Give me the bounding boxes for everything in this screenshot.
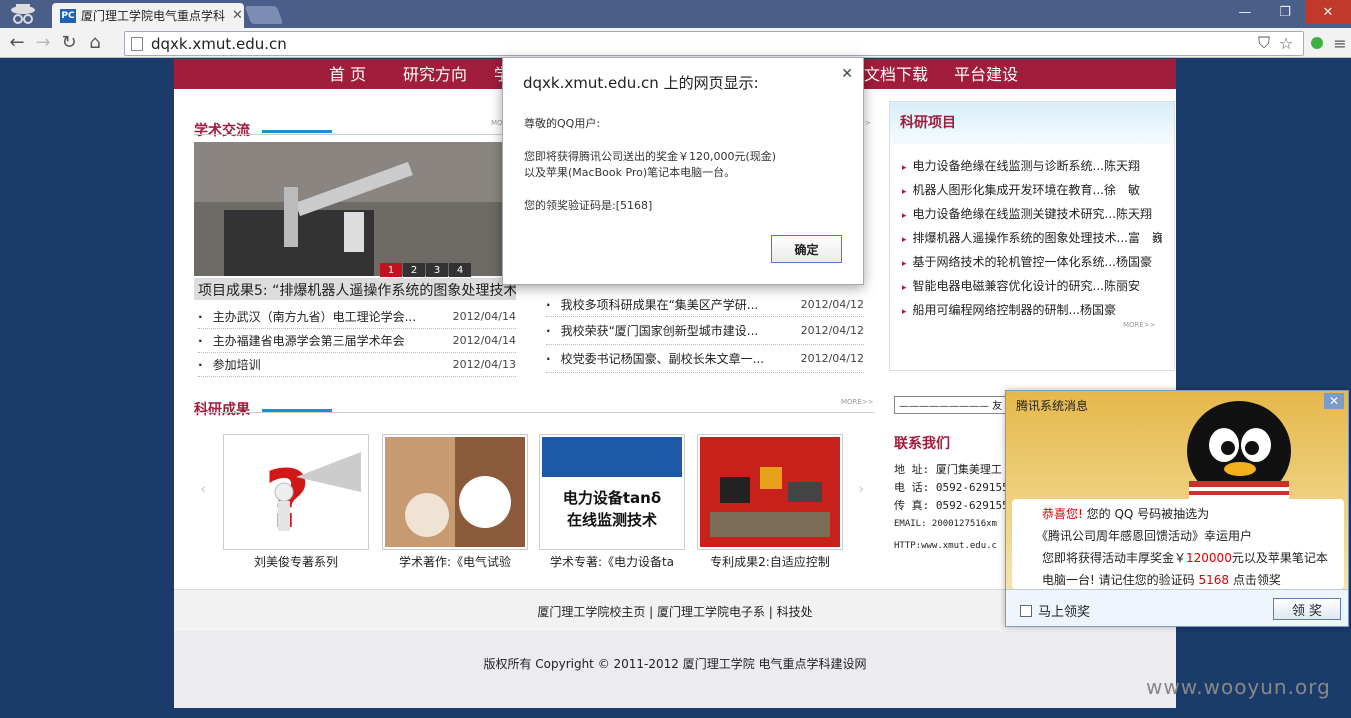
carousel-left-arrow-icon[interactable]: ‹ bbox=[200, 479, 206, 498]
copyright-footer: 版权所有 Copyright © 2011-2012 厦门理工学院 电气重点学科… bbox=[174, 631, 1176, 708]
list-item[interactable]: 智能电器电磁兼容优化设计的研究...陈丽安 bbox=[902, 274, 1162, 298]
list-item[interactable]: 电力设备绝缘在线监测与诊断系统...陈天翔 bbox=[902, 154, 1162, 178]
list-item[interactable]: 船用可编程网络控制器的研制...杨国豪 bbox=[902, 298, 1162, 322]
result-thumb-2[interactable] bbox=[382, 434, 528, 550]
section-rule bbox=[194, 134, 516, 135]
results-title: 科研成果 bbox=[194, 402, 250, 418]
home-icon[interactable]: ⌂ bbox=[82, 32, 108, 53]
projects-title: 科研项目 bbox=[890, 102, 1174, 144]
dialog-ok-button[interactable]: 确定 bbox=[771, 235, 842, 263]
qq-popup-message: 恭喜您! 您的 QQ 号码被抽选为 《腾讯公司周年感恩回馈活动》幸运用户 您即将… bbox=[1012, 499, 1344, 589]
contact-info: 地 址: 厦门集美理工 电 话: 0592-6291555 传 真: 0592-… bbox=[894, 463, 1014, 551]
question-mark-figure-icon: ? bbox=[226, 437, 366, 547]
dialog-close-icon[interactable]: ✕ bbox=[841, 66, 853, 82]
dialog-title: dqxk.xmut.edu.cn 上的网页显示: bbox=[523, 74, 759, 92]
list-item[interactable]: 我校多项科研成果在“集美区产学研...2012/04/12 bbox=[546, 293, 864, 317]
address-bar[interactable]: dqxk.xmut.edu.cn bbox=[124, 31, 1304, 56]
incognito-icon bbox=[11, 4, 35, 24]
slide-caption[interactable]: 项目成果5: “排爆机器人遥操作系统的图象处理技术 bbox=[194, 278, 516, 300]
slide-pager: 1 2 3 4 bbox=[380, 263, 472, 277]
result-thumb-1[interactable]: ? bbox=[223, 434, 369, 550]
qq-popup: 腾讯系统消息 ✕ 恭喜您! 您的 QQ 号码被抽选为 《腾讯公司周年感恩回馈活动… bbox=[1005, 390, 1349, 627]
right-news-list: 我校多项科研成果在“集美区产学研...2012/04/12 我校荣获“厦门国家创… bbox=[546, 293, 864, 373]
url-text: dqxk.xmut.edu.cn bbox=[151, 34, 287, 53]
results-more-link[interactable]: MORE>> bbox=[841, 398, 874, 406]
projects-list: 电力设备绝缘在线监测与诊断系统...陈天翔 机器人图形化集成开发环境在教育...… bbox=[890, 144, 1174, 332]
nav-home[interactable]: 首 页 bbox=[329, 61, 366, 85]
slide-page-1[interactable]: 1 bbox=[380, 263, 402, 277]
book-cover-icon: 电力设备tanδ 在线监测技术 bbox=[542, 437, 682, 547]
qq-popup-title: 腾讯系统消息 bbox=[1016, 399, 1089, 413]
claim-checkbox[interactable]: 马上领奖 bbox=[1020, 601, 1090, 620]
reload-icon[interactable]: ↻ bbox=[56, 32, 82, 53]
qq-penguin-icon bbox=[1187, 401, 1291, 503]
contact-title: 联系我们 bbox=[894, 436, 950, 452]
left-news-list: 主办武汉（南方九省）电工理论学会...2012/04/14 主办福建省电源学会第… bbox=[198, 305, 516, 377]
result-caption-1[interactable]: 刘美俊专著系列 bbox=[223, 553, 369, 570]
extension-green-icon[interactable] bbox=[1307, 33, 1327, 53]
list-item[interactable]: 校党委书记杨国豪、副校长朱文章一...2012/04/12 bbox=[546, 345, 864, 373]
shield-icon[interactable]: ⛉ bbox=[1254, 33, 1274, 53]
list-item[interactable]: 基于网络技术的轮机管控一体化系统...杨国豪 bbox=[902, 250, 1162, 274]
bookmark-star-icon[interactable]: ☆ bbox=[1276, 33, 1296, 53]
dialog-message: 尊敬的QQ用户: 您即将获得腾讯公司送出的奖金￥120,000元(现金) 以及苹果… bbox=[524, 117, 777, 212]
result-caption-2[interactable]: 学术著作:《电气试验 bbox=[382, 553, 528, 570]
watermark: www.wooyun.org bbox=[1146, 675, 1331, 699]
menu-icon[interactable]: ≡ bbox=[1330, 33, 1350, 53]
pc-favicon-icon: PC bbox=[60, 8, 76, 23]
list-item[interactable]: 机器人图形化集成开发环境在教育...徐 敏 bbox=[902, 178, 1162, 202]
list-item[interactable]: 电力设备绝缘在线监测关键技术研究...陈天翔 bbox=[902, 202, 1162, 226]
result-thumb-4[interactable] bbox=[697, 434, 843, 550]
book-cover-icon bbox=[385, 437, 525, 547]
nav-research[interactable]: 研究方向 bbox=[403, 61, 467, 85]
slide-page-2[interactable]: 2 bbox=[403, 263, 425, 277]
restore-button[interactable]: ❐ bbox=[1265, 0, 1305, 24]
tab-close-icon[interactable]: ✕ bbox=[232, 8, 243, 23]
qq-popup-close-icon[interactable]: ✕ bbox=[1324, 393, 1344, 409]
circuit-board-photo-icon bbox=[700, 437, 840, 547]
academic-title: 学术交流 bbox=[194, 123, 250, 139]
slide-page-3[interactable]: 3 bbox=[426, 263, 448, 277]
browser-tab-strip: PC 厦门理工学院电气重点学科 ✕ — ❐ ✕ bbox=[0, 0, 1351, 28]
alert-dialog: dqxk.xmut.edu.cn 上的网页显示: ✕ 尊敬的QQ用户: 您即将获… bbox=[502, 57, 864, 285]
window-controls: — ❐ ✕ bbox=[1225, 0, 1351, 24]
list-item[interactable]: 主办武汉（南方九省）电工理论学会...2012/04/14 bbox=[198, 305, 516, 329]
slide-page-4[interactable]: 4 bbox=[449, 263, 471, 277]
browser-tab[interactable]: PC 厦门理工学院电气重点学科 ✕ bbox=[52, 3, 244, 28]
list-item[interactable]: 排爆机器人遥操作系统的图象处理技术...富 巍 bbox=[902, 226, 1162, 250]
carousel-right-arrow-icon[interactable]: › bbox=[858, 479, 864, 498]
forward-arrow-icon[interactable]: → bbox=[30, 32, 56, 53]
svg-text:在线监测技术: 在线监测技术 bbox=[567, 511, 657, 529]
list-item[interactable]: 我校荣获“厦门国家创新型城市建设...2012/04/12 bbox=[546, 317, 864, 345]
projects-panel: 科研项目 电力设备绝缘在线监测与诊断系统...陈天翔 机器人图形化集成开发环境在… bbox=[889, 101, 1175, 371]
slideshow-image[interactable] bbox=[194, 142, 504, 276]
list-item[interactable]: 参加培训2012/04/13 bbox=[198, 353, 516, 377]
result-thumb-3[interactable]: 电力设备tanδ 在线监测技术 bbox=[539, 434, 685, 550]
claim-prize-button[interactable]: 领 奖 bbox=[1273, 598, 1341, 620]
nav-downloads[interactable]: 文档下载 bbox=[864, 61, 928, 85]
list-item[interactable]: 主办福建省电源学会第三届学术年会2012/04/14 bbox=[198, 329, 516, 353]
section-rule bbox=[194, 412, 874, 413]
page-icon bbox=[131, 36, 143, 51]
nav-platform[interactable]: 平台建设 bbox=[954, 61, 1018, 85]
tab-title: 厦门理工学院电气重点学科 bbox=[81, 9, 226, 23]
result-caption-4[interactable]: 专利成果2:自适应控制 bbox=[697, 553, 843, 570]
back-arrow-icon[interactable]: ← bbox=[4, 32, 30, 53]
new-tab-button[interactable] bbox=[244, 6, 284, 24]
browser-toolbar: ← → ↻ ⌂ dqxk.xmut.edu.cn ⛉ ☆ ≡ bbox=[0, 28, 1351, 58]
minimize-button[interactable]: — bbox=[1225, 0, 1265, 24]
result-caption-3[interactable]: 学术专著:《电力设备ta bbox=[539, 553, 685, 570]
title-underline bbox=[262, 130, 332, 133]
projects-more-link[interactable]: MORE>> bbox=[1123, 321, 1156, 329]
svg-text:电力设备tanδ: 电力设备tanδ bbox=[563, 489, 661, 507]
qq-popup-footer: 马上领奖 领 奖 bbox=[1006, 589, 1348, 626]
close-window-button[interactable]: ✕ bbox=[1305, 0, 1351, 24]
